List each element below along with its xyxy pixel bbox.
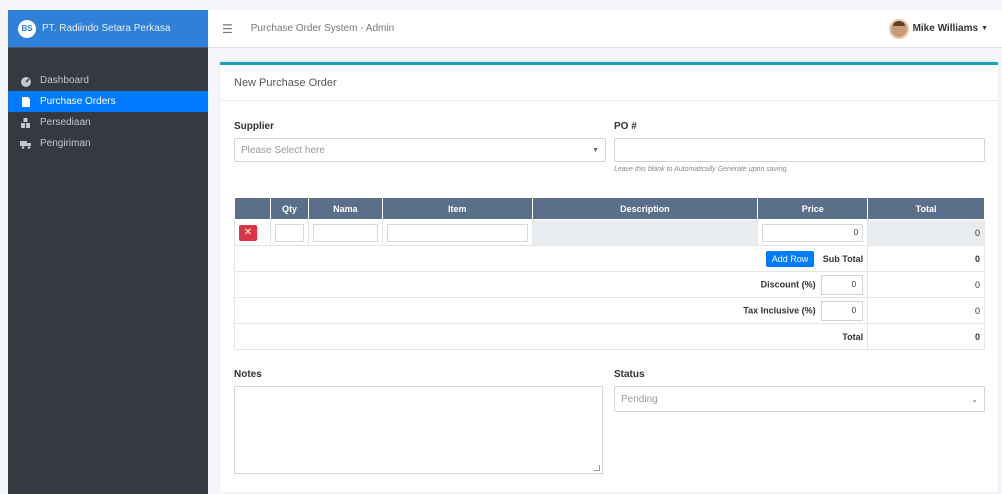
delete-row-button[interactable]: ✕ bbox=[239, 224, 257, 241]
sidebar-item-label: Purchase Orders bbox=[40, 96, 116, 107]
status-select[interactable]: Pending ⌄ bbox=[614, 386, 985, 412]
sidebar-item-dashboard[interactable]: Dashboard bbox=[8, 70, 208, 91]
table-header-row: Qty Nama Item Description Price Total bbox=[234, 197, 985, 220]
card-title: New Purchase Order bbox=[220, 65, 998, 101]
supplier-group: Supplier Please Select here ▼ bbox=[234, 121, 606, 162]
tax-label-cell: Tax Inclusive (%) 0 bbox=[233, 297, 869, 324]
sidebar-item-label: Pengiriman bbox=[40, 138, 91, 149]
avatar bbox=[888, 18, 909, 39]
po-group: PO # Leave this blank to Automatically G… bbox=[614, 121, 985, 173]
purchase-order-card: New Purchase Order Supplier Please Selec… bbox=[220, 62, 998, 492]
sidebar-item-persediaan[interactable]: Persediaan bbox=[8, 112, 208, 133]
status-value: Pending bbox=[621, 393, 658, 405]
price-cell: 0 bbox=[757, 219, 869, 246]
tax-row: Tax Inclusive (%) 0 0 bbox=[233, 297, 985, 324]
sidebar-item-pengiriman[interactable]: Pengiriman bbox=[8, 133, 208, 154]
sidebar-item-purchase-orders[interactable]: Purchase Orders bbox=[8, 91, 208, 112]
column-header: Item bbox=[381, 197, 533, 220]
total-label: Total bbox=[233, 323, 869, 350]
subtotal-label: Sub Total bbox=[822, 253, 864, 264]
item-cell bbox=[381, 219, 533, 246]
po-label: PO # bbox=[614, 121, 637, 132]
chevron-down-icon: ⌄ bbox=[971, 394, 978, 404]
card-body: Supplier Please Select here ▼ PO # Leave… bbox=[220, 101, 998, 474]
status-label: Status bbox=[614, 369, 645, 380]
topbar: ☰ Purchase Order System - Admin Mike Wil… bbox=[208, 10, 1002, 48]
nama-cell bbox=[307, 219, 383, 246]
brand[interactable]: BS PT. Radiindo Setara Perkasa bbox=[8, 10, 208, 48]
caret-down-icon: ▼ bbox=[981, 25, 988, 32]
status-group: Status Pending ⌄ bbox=[614, 369, 985, 412]
po-input[interactable] bbox=[614, 138, 985, 162]
tax-value: 0 bbox=[867, 297, 985, 324]
column-header: Description bbox=[531, 197, 759, 220]
column-header: Nama bbox=[307, 197, 383, 220]
sidebar-nav: Dashboard Purchase Orders Persediaan Pen… bbox=[8, 48, 208, 154]
user-menu[interactable]: Mike Williams ▼ bbox=[888, 18, 988, 39]
supplier-select[interactable]: Please Select here ▼ bbox=[234, 138, 606, 162]
column-header: Price bbox=[757, 197, 869, 220]
boxes-icon bbox=[21, 117, 30, 128]
subtotal-value: 0 bbox=[867, 245, 985, 272]
qty-input[interactable] bbox=[274, 223, 304, 242]
total-value: 0 bbox=[867, 323, 985, 350]
discount-row: Discount (%) 0 0 bbox=[233, 271, 985, 298]
discount-label-cell: Discount (%) 0 bbox=[233, 271, 869, 298]
sidebar: BS PT. Radiindo Setara Perkasa Dashboard… bbox=[8, 10, 208, 494]
tax-label: Tax Inclusive (%) bbox=[743, 304, 816, 315]
brand-logo: BS bbox=[18, 19, 36, 38]
file-icon bbox=[22, 96, 30, 107]
column-header: Total bbox=[867, 197, 985, 220]
add-row-button[interactable]: Add Row bbox=[765, 250, 815, 267]
notes-textarea[interactable] bbox=[234, 386, 603, 474]
discount-input[interactable]: 0 bbox=[821, 274, 864, 295]
column-header: Qty bbox=[269, 197, 309, 220]
chevron-down-icon: ▼ bbox=[592, 146, 599, 154]
description-cell bbox=[531, 219, 759, 246]
supplier-label: Supplier bbox=[234, 121, 275, 132]
notes-group: Notes bbox=[234, 369, 603, 474]
discount-label: Discount (%) bbox=[760, 278, 816, 289]
item-input[interactable] bbox=[386, 223, 528, 242]
nama-input[interactable] bbox=[312, 223, 378, 242]
dashboard-icon bbox=[21, 76, 31, 87]
row-total: 0 bbox=[867, 219, 985, 246]
resize-handle-icon[interactable] bbox=[594, 465, 600, 471]
total-row: Total 0 bbox=[233, 323, 985, 350]
discount-value: 0 bbox=[867, 271, 985, 298]
tax-input[interactable]: 0 bbox=[821, 300, 864, 321]
po-help-text: Leave this blank to Automatically Genera… bbox=[614, 166, 789, 173]
price-input[interactable]: 0 bbox=[762, 223, 864, 242]
subtotal-label-cell: Add Row Sub Total bbox=[233, 245, 869, 272]
user-name: Mike Williams bbox=[912, 23, 979, 34]
truck-icon bbox=[20, 140, 31, 149]
menu-toggle-icon[interactable]: ☰ bbox=[222, 22, 233, 36]
supplier-placeholder: Please Select here bbox=[241, 144, 325, 156]
notes-label: Notes bbox=[234, 369, 262, 380]
qty-cell bbox=[269, 219, 309, 246]
items-table: Qty Nama Item Description Price Total ✕ … bbox=[233, 197, 985, 350]
sidebar-item-label: Dashboard bbox=[40, 75, 89, 86]
sidebar-item-label: Persediaan bbox=[40, 117, 91, 128]
top-title: Purchase Order System - Admin bbox=[250, 23, 395, 34]
column-header bbox=[234, 197, 271, 220]
table-row: ✕ 0 0 bbox=[234, 219, 985, 246]
brand-name: PT. Radiindo Setara Perkasa bbox=[42, 23, 171, 34]
delete-cell: ✕ bbox=[234, 219, 271, 246]
subtotal-row: Add Row Sub Total 0 bbox=[233, 245, 985, 272]
